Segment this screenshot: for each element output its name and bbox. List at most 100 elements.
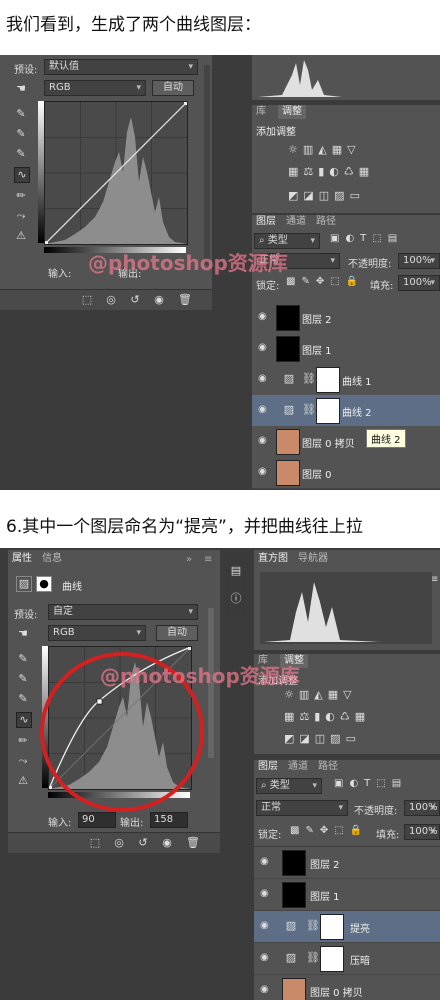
tab-library[interactable]: 库 xyxy=(252,105,270,119)
layer-row[interactable]: ◉ 图层 0 拷贝 xyxy=(252,426,440,458)
adjustment-icons-row-2[interactable]: ▦⚖▮◐♺▦ xyxy=(284,710,370,723)
layer-name: 图层 0 拷贝 xyxy=(310,988,363,999)
layer-filter-icons[interactable]: ▣◐T⬚▤ xyxy=(330,233,403,244)
opacity-field[interactable]: 100% xyxy=(404,800,440,816)
adjustments-panel: 库 调整 添加调整 ☼▥◭▦▽ ▦⚖▮◐♺▦ ◩◪◫▨▭ xyxy=(252,105,440,213)
eye-icon[interactable]: ◉ xyxy=(260,952,269,963)
layer-row-selected[interactable]: ◉ ▨ ⛓ 提亮 xyxy=(254,911,440,943)
tab-paths[interactable]: 路径 xyxy=(314,760,342,774)
reset-icon[interactable]: ↺ xyxy=(128,293,142,307)
view-previous-icon[interactable]: ◎ xyxy=(104,293,118,307)
histogram-panel xyxy=(252,55,440,100)
adjustment-icons-row-2[interactable]: ▦⚖▮◐♺▦ xyxy=(288,165,374,178)
curves-adjustment-icon: ▨ xyxy=(283,372,295,385)
tab-channels[interactable]: 通道 xyxy=(284,760,312,774)
caption-top: 我们看到，生成了两个曲线图层： xyxy=(6,15,261,35)
photo-thumbnail xyxy=(276,429,300,455)
info-dock-icon[interactable]: ⓘ xyxy=(229,592,243,606)
tab-histogram[interactable]: 直方图 xyxy=(254,552,292,566)
layer-row[interactable]: ◉ 图层 0 拷贝 xyxy=(254,975,440,1000)
adjustment-icons-row-3[interactable]: ◩◪◫▨▭ xyxy=(288,189,365,202)
watermark: @photoshop资源库 xyxy=(100,664,300,688)
tab-navigator[interactable]: 导航器 xyxy=(294,552,332,566)
tab-paths[interactable]: 路径 xyxy=(312,215,340,229)
tab-channels[interactable]: 通道 xyxy=(282,215,310,229)
layer-filter-icons[interactable]: ▣◐T⬚▤ xyxy=(334,778,407,789)
layer-thumbnail xyxy=(276,336,300,362)
input-gradient-bar xyxy=(38,101,44,243)
eye-icon[interactable]: ◉ xyxy=(258,404,267,415)
mask-thumbnail xyxy=(316,367,340,393)
screenshot-1: 预设: 默认值 ☚ RGB 自动 ✎ ✎ ✎ ∿ ✏ ⤳ ⚠ 输入: 输出: xyxy=(0,55,440,490)
blend-mode-select[interactable]: 正常 xyxy=(256,800,348,816)
layer-row[interactable]: ◉ 图层 2 xyxy=(252,302,440,334)
layer-row[interactable]: ◉ 图层 2 xyxy=(254,847,440,879)
eye-icon[interactable]: ◉ xyxy=(258,373,267,384)
smooth-icon[interactable]: ⤳ xyxy=(14,209,28,223)
visibility-eye-icon[interactable]: ◉ xyxy=(152,293,166,307)
fill-label: 填充: xyxy=(370,281,394,292)
hand-adjust-icon[interactable]: ☚ xyxy=(14,82,28,96)
eye-icon[interactable]: ◉ xyxy=(260,856,269,867)
fill-field[interactable]: 100% xyxy=(398,275,440,291)
tab-layers[interactable]: 图层 xyxy=(252,215,280,229)
layer-row[interactable]: ◉ 图层 1 xyxy=(252,333,440,365)
lock-icons[interactable]: ▩✎✥⬚🔒 xyxy=(290,825,368,836)
histogram-display xyxy=(260,572,432,644)
black-eyedropper-icon[interactable]: ✎ xyxy=(14,107,28,121)
eye-icon[interactable]: ◉ xyxy=(258,342,267,353)
curves-graph[interactable] xyxy=(44,101,188,245)
layer-row[interactable]: ◉ ▨ ⛓ 曲线 1 xyxy=(252,364,440,396)
histogram-panel: 直方图 导航器 ⚠ ≡ xyxy=(254,550,440,650)
preset-select[interactable]: 默认值 xyxy=(44,59,198,75)
kind-filter-value: 类型 xyxy=(269,780,290,791)
kind-filter-select[interactable]: ⌕ 类型 xyxy=(256,778,322,794)
opacity-label: 不透明度: xyxy=(348,259,392,270)
properties-scrollbar[interactable] xyxy=(204,65,210,265)
layer-row[interactable]: ◉ ▨ ⛓ 压暗 xyxy=(254,943,440,975)
tab-layers[interactable]: 图层 xyxy=(254,760,282,774)
link-icon: ⛓ xyxy=(302,403,316,416)
clip-to-layer-icon[interactable]: ⬚ xyxy=(80,293,94,307)
layer-name: 图层 2 xyxy=(310,860,340,871)
lock-label: 锁定: xyxy=(256,281,280,292)
channel-select[interactable]: RGB xyxy=(44,80,146,96)
fill-label: 填充: xyxy=(376,830,400,841)
pencil-icon[interactable]: ✏ xyxy=(14,189,28,203)
opacity-field[interactable]: 100% xyxy=(398,253,440,269)
histogram-dock-icon[interactable]: ▤ xyxy=(229,564,243,578)
mask-thumbnail xyxy=(316,398,340,424)
curve-point-tool-icon[interactable]: ∿ xyxy=(14,167,30,183)
opacity-label: 不透明度: xyxy=(354,806,398,817)
layer-row[interactable]: ◉ 图层 1 xyxy=(254,879,440,911)
layer-row-selected[interactable]: ◉ ▨ ⛓ 曲线 2 xyxy=(252,395,440,427)
layer-name: 提亮 xyxy=(350,924,370,935)
fill-field[interactable]: 100% xyxy=(404,824,440,840)
adjustment-icons-row-3[interactable]: ◩◪◫▨▭ xyxy=(284,732,361,745)
layer-thumbnail xyxy=(282,882,306,908)
layer-row[interactable]: ◉ 图层 0 xyxy=(252,457,440,489)
tab-adjustments[interactable]: 调整 xyxy=(278,105,306,119)
white-eyedropper-icon[interactable]: ✎ xyxy=(14,147,28,161)
photo-thumbnail xyxy=(282,978,306,1000)
adjustment-icons-row-1[interactable]: ☼▥◭▦▽ xyxy=(288,143,361,156)
layers-panel-header: 图层 通道 路径 ⌕ 类型 ▣◐T⬚▤ 正常 不透明度: 100% 锁定: ▩✎… xyxy=(254,760,440,846)
eye-icon[interactable]: ◉ xyxy=(258,466,267,477)
input-label: 输入: xyxy=(48,269,72,280)
eye-icon[interactable]: ◉ xyxy=(260,920,269,931)
layer-name: 压暗 xyxy=(350,956,370,967)
kind-filter-value: 类型 xyxy=(267,235,288,246)
clipping-warning-icon[interactable]: ⚠ xyxy=(14,229,28,243)
gray-eyedropper-icon[interactable]: ✎ xyxy=(14,127,28,141)
preset-label: 预设: xyxy=(14,65,38,76)
auto-button[interactable]: 自动 xyxy=(152,80,194,96)
trash-icon[interactable]: 🗑 xyxy=(178,293,192,307)
eye-icon[interactable]: ◉ xyxy=(260,888,269,899)
layer-name: 图层 1 xyxy=(302,346,332,357)
adjustment-icons-row-1[interactable]: ☼▥◭▦▽ xyxy=(284,688,357,701)
eye-icon[interactable]: ◉ xyxy=(258,435,267,446)
lock-icons[interactable]: ▩✎✥⬚🔒 xyxy=(286,276,364,287)
eye-icon[interactable]: ◉ xyxy=(258,311,267,322)
curves-graph-svg xyxy=(44,101,188,245)
eye-icon[interactable]: ◉ xyxy=(260,984,269,995)
